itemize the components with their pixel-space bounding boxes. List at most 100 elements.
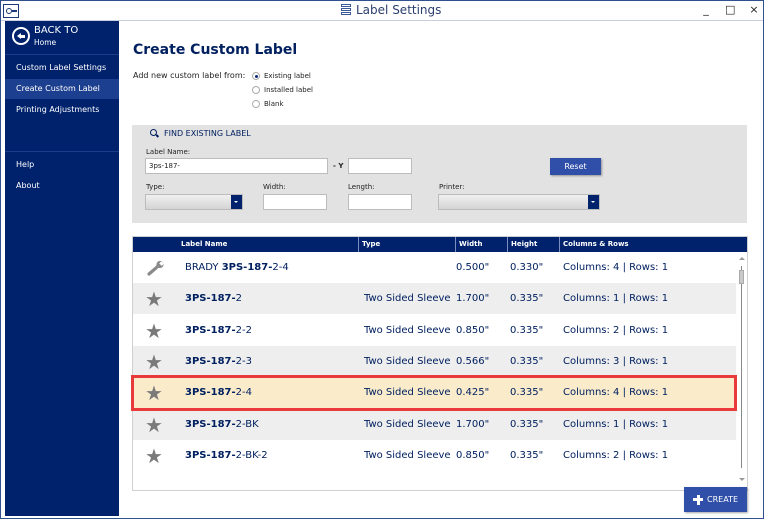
- sidebar-item-custom-label-settings[interactable]: Custom Label Settings: [5, 58, 119, 78]
- table-row[interactable]: ★ 3PS-187-2-BK-2 Two Sided Sleeve 0.850" 0.3…: [133, 440, 736, 471]
- radio-blank[interactable]: Blank: [252, 100, 284, 108]
- chevron-down-icon[interactable]: [231, 195, 242, 209]
- label-name-suffix: 2-BK-2: [235, 449, 268, 461]
- label-name-match: 3PS-187-: [185, 293, 236, 305]
- width-cell: 0.850": [456, 324, 490, 336]
- height-cell: 0.335": [510, 387, 544, 399]
- reset-button[interactable]: Reset: [550, 158, 601, 175]
- y-input[interactable]: [348, 158, 412, 174]
- back-arrow-icon: [12, 27, 30, 45]
- label-name-match: 3PS-187-: [185, 387, 236, 399]
- star-icon[interactable]: ★: [145, 352, 163, 372]
- radio-indicator[interactable]: [252, 86, 260, 94]
- radio-indicator[interactable]: [252, 100, 260, 108]
- label-name-cell: 3PS-187-2-2: [185, 315, 252, 346]
- label-name-cell: 3PS-187-2-4: [185, 377, 252, 408]
- type-cell: Two Sided Sleeve: [364, 324, 451, 336]
- plus-icon: [693, 494, 703, 505]
- height-cell: 0.335": [510, 355, 544, 367]
- star-icon[interactable]: ★: [145, 289, 163, 309]
- sidebar-item-help[interactable]: Help: [5, 155, 119, 175]
- sidebar-item-about[interactable]: About: [5, 176, 119, 196]
- sidebar-item-printing-adjustments[interactable]: Printing Adjustments: [5, 100, 119, 120]
- columns-rows-cell: Columns: 2 | Rows: 1: [563, 324, 669, 336]
- label-name-match: 3PS-187-: [221, 262, 273, 273]
- scroll-up-arrow-icon[interactable]: [739, 257, 745, 260]
- column-header-type[interactable]: Type: [358, 237, 455, 252]
- search-icon: [150, 129, 159, 138]
- width-input[interactable]: [263, 194, 327, 210]
- label-name-suffix: 2-BK: [235, 418, 259, 430]
- column-header-icon: [133, 237, 178, 252]
- height-cell: 0.335": [510, 418, 544, 430]
- radio-installed-label[interactable]: Installed label: [252, 86, 313, 94]
- app-logo-icon: [3, 4, 19, 18]
- table-row[interactable]: ★ 3PS-187-2-3 Two Sided Sleeve 0.566" 0.335"…: [133, 345, 736, 377]
- star-icon[interactable]: ★: [145, 415, 163, 435]
- create-button[interactable]: CREATE: [684, 487, 747, 512]
- find-heading: FIND EXISTING LABEL: [150, 129, 251, 138]
- height-cell: 0.335": [510, 324, 544, 336]
- back-title: BACK TO: [34, 25, 79, 36]
- columns-rows-cell: Columns: 3 | Rows: 1: [563, 355, 669, 367]
- table-row[interactable]: BRADY 3PS-187-2-4 0.500" 0.330" Columns: 4 …: [133, 252, 736, 283]
- height-cell: 0.330": [510, 262, 544, 273]
- star-icon[interactable]: ★: [145, 383, 163, 403]
- table-row[interactable]: ★ 3PS-187-2-4 Two Sided Sleeve 0.425" 0.335"…: [133, 377, 736, 409]
- width-label: Width:: [263, 183, 286, 191]
- label-name-cell: BRADY 3PS-187-2-4: [185, 252, 289, 283]
- sidebar: BACK TO Home Custom Label Settings Creat…: [5, 21, 119, 516]
- star-icon[interactable]: ★: [145, 321, 163, 341]
- table-row[interactable]: ★ 3PS-187-2 Two Sided Sleeve 1.700" 0.335" Co…: [133, 283, 736, 315]
- chevron-down-icon[interactable]: [588, 195, 599, 209]
- width-cell: 0.500": [456, 262, 490, 273]
- back-subtitle: Home: [34, 38, 57, 47]
- radio-label: Blank: [264, 100, 284, 108]
- column-header-height[interactable]: Height: [507, 237, 559, 252]
- table-row[interactable]: ★ 3PS-187-2-2 Two Sided Sleeve 0.850" 0.335"…: [133, 315, 736, 346]
- find-existing-label-panel: FIND EXISTING LABEL Label Name: 3ps-187-…: [132, 125, 747, 223]
- columns-rows-cell: Columns: 1 | Rows: 1: [563, 293, 669, 305]
- radio-indicator[interactable]: [252, 72, 260, 80]
- columns-rows-cell: Columns: 1 | Rows: 1: [563, 418, 669, 430]
- label-name-cell: 3PS-187-2-BK: [185, 409, 259, 440]
- find-heading-text: FIND EXISTING LABEL: [164, 129, 251, 138]
- scroll-thumb[interactable]: [739, 270, 744, 284]
- label-name-match: 3PS-187-: [185, 418, 236, 430]
- star-icon[interactable]: ★: [145, 446, 163, 466]
- width-cell: 1.700": [456, 293, 490, 305]
- y-label: - Y: [333, 162, 344, 170]
- scroll-down-arrow-icon[interactable]: [739, 478, 745, 481]
- radio-existing-label[interactable]: Existing label: [252, 72, 311, 80]
- label-name-match: 3PS-187-: [185, 449, 236, 461]
- height-cell: 0.335": [510, 293, 544, 305]
- columns-rows-cell: Columns: 2 | Rows: 1: [563, 449, 669, 461]
- type-cell: Two Sided Sleeve: [364, 293, 451, 305]
- window-title-text: Label Settings: [356, 3, 442, 17]
- main-content: Create Custom Label Add new custom label…: [119, 21, 763, 518]
- printer-select[interactable]: [438, 194, 600, 210]
- close-button[interactable]: ×: [749, 3, 759, 16]
- title-bar: Label Settings _ □ ×: [1, 1, 763, 21]
- label-name-cell: 3PS-187-2-3: [185, 346, 252, 377]
- label-name-match: 3PS-187-: [185, 324, 236, 336]
- back-to-home-button[interactable]: BACK TO Home: [5, 21, 119, 55]
- scroll-track[interactable]: [741, 266, 742, 468]
- grid-scrollbar[interactable]: [736, 252, 747, 490]
- label-name-suffix: 2-2: [235, 324, 253, 336]
- height-cell: 0.335": [510, 449, 544, 461]
- type-select[interactable]: [145, 194, 243, 210]
- column-header-label-name[interactable]: Label Name: [178, 237, 358, 252]
- printer-label: Printer:: [439, 183, 465, 191]
- column-header-columns-rows[interactable]: Columns & Rows: [559, 237, 747, 252]
- column-header-width[interactable]: Width: [455, 237, 507, 252]
- label-name-input[interactable]: 3ps-187-: [145, 158, 328, 174]
- sidebar-item-create-custom-label[interactable]: Create Custom Label: [5, 79, 119, 99]
- length-input[interactable]: [348, 194, 412, 210]
- type-cell: Two Sided Sleeve: [364, 418, 451, 430]
- label-settings-icon: [341, 4, 352, 16]
- table-row[interactable]: ★ 3PS-187-2-BK Two Sided Sleeve 1.700" 0.335…: [133, 408, 736, 440]
- radio-label: Installed label: [264, 86, 313, 94]
- maximize-button[interactable]: □: [725, 3, 735, 16]
- minimize-button[interactable]: _: [701, 3, 711, 16]
